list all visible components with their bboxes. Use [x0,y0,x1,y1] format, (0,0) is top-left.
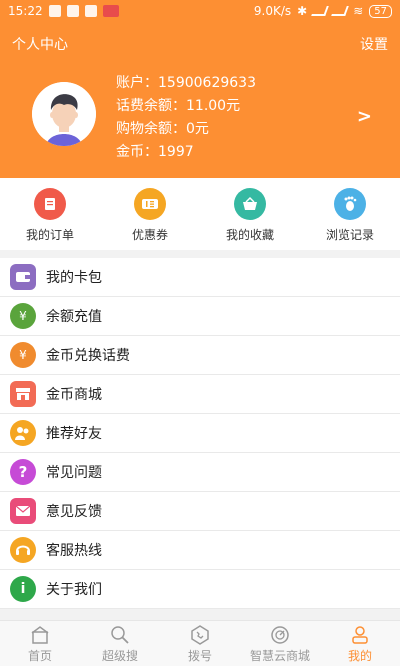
menu-item-feedback[interactable]: 意见反馈 [0,492,400,531]
quick-favorites[interactable]: 我的收藏 [200,178,300,250]
chevron-right-icon[interactable]: > [357,106,372,127]
status-bar: 15:22 9.0K/s ✱ ≋ 57 [0,0,400,22]
nav-label: 超级搜 [101,649,138,663]
menu-item-coin-store[interactable]: 金币商城 [0,375,400,414]
footprint-icon [334,188,366,220]
menu-list: 我的卡包 ¥ 余额充值 ¥ 金币兑换话费 金币商城 推荐好友 ? 常见问题 意见… [0,258,400,609]
quick-label: 浏览记录 [325,228,374,242]
quick-actions: 我的订单 优惠券 我的收藏 浏览记录 [0,178,400,250]
notification-icon [48,5,61,17]
shield-icon [66,5,79,17]
menu-item-recharge[interactable]: ¥ 余额充值 [0,297,400,336]
quick-label: 优惠券 [131,228,168,242]
menu-label: 意见反馈 [46,504,102,520]
quick-label: 我的收藏 [225,228,274,242]
avatar[interactable] [32,82,96,146]
wallet-icon [10,264,36,290]
menu-label: 余额充值 [46,309,102,325]
status-time: 15:22 [8,4,43,18]
menu-item-about[interactable]: i 关于我们 [0,570,400,609]
bottom-nav: 首页 超级搜 拨号 智慧云商城 我的 [0,620,400,666]
search-icon [111,626,129,644]
status-left: 15:22 [8,4,119,18]
nav-label: 首页 [27,649,52,663]
coupon-icon [134,188,166,220]
nav-mine[interactable]: 我的 [320,621,400,666]
menu-label: 金币商城 [46,387,102,403]
nav-cloud-mall[interactable]: 智慧云商城 [240,621,320,666]
basket-icon [234,188,266,220]
coin-balance: 金币：1997 [116,144,194,160]
menu-item-card-wallet[interactable]: 我的卡包 [0,258,400,297]
question-icon: ? [10,459,36,485]
app-badge-icon [102,5,119,17]
info-icon: i [10,576,36,602]
signal-icon [311,6,330,16]
status-right: 9.0K/s ✱ ≋ 57 [254,4,392,18]
profile-header: 个人中心 设置 账户：15900629633 话费余额：11.00元 购物余额：… [0,22,400,178]
shopping-balance: 购物余额：0元 [116,121,209,137]
menu-label: 关于我们 [46,582,102,598]
store-icon [10,381,36,407]
menu-item-hotline[interactable]: 客服热线 [0,531,400,570]
account-number: 账户：15900629633 [116,75,256,91]
app-icon [84,5,97,17]
phone-icon [191,625,209,645]
home-icon [31,626,49,644]
compass-icon [271,626,289,644]
quick-label: 我的订单 [25,228,74,242]
friends-icon [10,420,36,446]
phone-balance: 话费余额：11.00元 [116,98,241,114]
money-bag-icon: ¥ [10,303,36,329]
nav-home[interactable]: 首页 [0,621,80,666]
menu-label: 客服热线 [46,543,102,559]
quick-history[interactable]: 浏览记录 [300,178,400,250]
nav-label: 智慧云商城 [249,649,310,663]
mail-icon [10,498,36,524]
menu-label: 常见问题 [46,465,102,481]
nav-label: 拨号 [187,649,212,663]
avatar-icon [32,82,96,146]
battery-icon: 57 [369,4,392,18]
coin-bag-icon: ¥ [10,342,36,368]
menu-label: 推荐好友 [46,426,102,442]
order-icon [34,188,66,220]
headset-icon [10,537,36,563]
profile-screen: 15:22 9.0K/s ✱ ≋ 57 个人中心 设置 账户：159006296… [0,0,400,666]
page-title: 个人中心 [12,37,68,53]
profile-info: 账户：15900629633 话费余额：11.00元 购物余额：0元 金币：19… [116,72,256,164]
network-speed: 9.0K/s [253,4,292,18]
quick-coupons[interactable]: 优惠券 [100,178,200,250]
menu-item-coin-exchange[interactable]: ¥ 金币兑换话费 [0,336,400,375]
bluetooth-icon: ✱ [297,4,308,18]
menu-label: 我的卡包 [46,270,102,286]
nav-label: 我的 [347,649,372,663]
menu-label: 金币兑换话费 [46,348,130,364]
menu-item-faq[interactable]: ? 常见问题 [0,453,400,492]
quick-my-orders[interactable]: 我的订单 [0,178,100,250]
settings-button[interactable]: 设置 [360,34,388,54]
wifi-icon: ≋ [353,4,364,18]
nav-dial[interactable]: 拨号 [160,621,240,666]
menu-item-refer-friends[interactable]: 推荐好友 [0,414,400,453]
battery-level: 57 [374,5,387,17]
nav-super-search[interactable]: 超级搜 [80,621,160,666]
user-icon [352,626,368,644]
signal-icon-2 [331,6,350,16]
